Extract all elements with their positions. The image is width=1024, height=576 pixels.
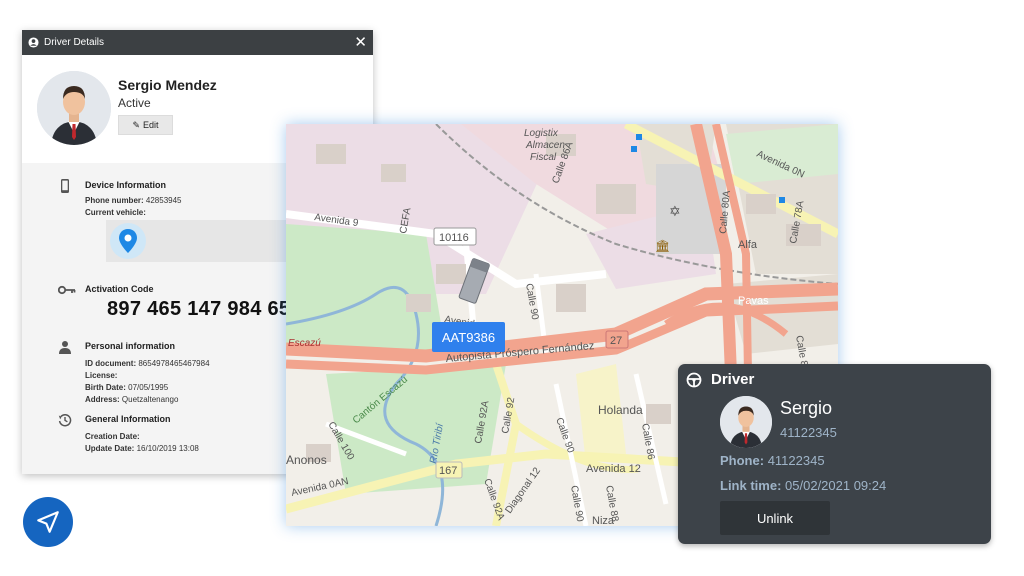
device-info-section: Device Information Phone number: 4285394…: [58, 179, 318, 219]
phone-icon: [61, 179, 69, 193]
map-label-anonos: Anonos: [286, 453, 327, 467]
popup-phone-line: Phone: 41122345: [720, 453, 825, 468]
bus-stop-icon: [636, 134, 642, 140]
map-label-pavas: Pavas: [738, 295, 769, 307]
license-label: License:: [85, 371, 118, 380]
creation-date-label: Creation Date:: [85, 432, 140, 441]
personal-info-section: Personal information ID document: 865497…: [58, 340, 318, 410]
driver-popup: Driver Sergio 41122345 Phone: 41122345 L…: [678, 364, 991, 544]
birth-date-value: 07/05/1995: [128, 383, 169, 392]
map-label-avenida12: Avenida 12: [586, 463, 641, 475]
popup-link-time-value: 05/02/2021 09:24: [785, 478, 887, 493]
svg-text:10116: 10116: [439, 232, 469, 244]
popup-driver-number: 41122345: [780, 425, 837, 440]
address-line: Address: Quetzaltenango: [85, 395, 178, 404]
update-date-line: Update Date: 16/10/2019 13:08: [85, 444, 199, 453]
driver-avatar: [37, 71, 111, 145]
star-of-david-icon: ✡: [669, 203, 681, 219]
route-shield-27: 27: [605, 330, 629, 349]
edit-button[interactable]: ✎ Edit: [118, 115, 173, 135]
popup-link-time-label: Link time:: [720, 478, 782, 493]
popup-link-time-line: Link time: 05/02/2021 09:24: [720, 478, 886, 493]
history-icon: [58, 414, 72, 427]
pencil-icon: ✎: [132, 119, 141, 130]
map-label-niza: Niza: [592, 515, 615, 526]
popup-phone-value: 41122345: [767, 453, 825, 468]
map-pin-icon: [110, 223, 146, 259]
id-document-value: 8654978465467984: [138, 359, 210, 368]
current-vehicle-box[interactable]: [106, 220, 316, 262]
steering-wheel-icon: [686, 372, 702, 387]
details-title: Driver Details: [44, 37, 105, 48]
general-info-section: General Information Creation Date: Updat…: [58, 413, 318, 453]
route-shield-167: 167: [435, 461, 463, 479]
navigation-badge: [23, 497, 73, 547]
vehicle-plate-label[interactable]: AAT9386: [432, 322, 505, 352]
id-document-label: ID document:: [85, 359, 137, 368]
svg-text:27: 27: [610, 335, 622, 347]
update-date-value: 16/10/2019 13:08: [136, 444, 199, 453]
map-label-logistix: Logistix: [524, 128, 559, 139]
popup-phone-label: Phone:: [720, 453, 765, 468]
activation-code: 897 465 147 984 651: [107, 298, 302, 320]
activation-title: Activation Code: [85, 284, 154, 294]
map-label-escazu: Escazú: [288, 338, 321, 349]
address-label: Address:: [85, 395, 120, 404]
details-titlebar: Driver Details ✕: [22, 30, 373, 55]
general-info-title: General Information: [85, 414, 171, 424]
phone-number-line: Phone number: 42853945: [85, 196, 182, 205]
map-label-holanda: Holanda: [598, 403, 643, 417]
license-line: License:: [85, 371, 117, 380]
device-info-title: Device Information: [85, 180, 167, 190]
phone-number-label: Phone number:: [85, 196, 144, 205]
personal-info-title: Personal information: [85, 341, 176, 351]
svg-text:167: 167: [439, 465, 457, 477]
map-label-alfa: Alfa: [738, 239, 758, 251]
navigation-arrow-icon: [37, 511, 59, 533]
close-icon[interactable]: ✕: [354, 35, 367, 50]
current-vehicle-label: Current vehicle:: [85, 208, 146, 217]
key-icon: [58, 285, 76, 295]
driver-name: Sergio Mendez: [118, 77, 217, 93]
popup-header: Driver: [686, 371, 754, 388]
popup-driver-avatar: [720, 396, 772, 448]
address-value: Quetzaltenango: [121, 395, 179, 404]
route-shield-10116: 10116: [433, 227, 477, 246]
bus-stop-icon: [631, 146, 637, 152]
id-document-line: ID document: 8654978465467984: [85, 359, 210, 368]
phone-number-value: 42853945: [145, 196, 182, 205]
museum-icon: 🏛: [655, 239, 670, 253]
creation-date-line: Creation Date:: [85, 432, 140, 441]
person-icon: [59, 341, 71, 354]
map-label-almacen: Almacen: [525, 140, 565, 151]
birth-date-label: Birth Date:: [85, 383, 126, 392]
update-date-label: Update Date:: [85, 444, 135, 453]
unlink-button[interactable]: Unlink: [720, 501, 830, 535]
user-circle-icon: [28, 37, 39, 48]
popup-title: Driver: [711, 371, 755, 388]
edit-label: Edit: [143, 120, 159, 130]
popup-driver-name: Sergio: [780, 398, 833, 418]
bus-stop-icon: [779, 197, 785, 203]
birth-date-line: Birth Date: 07/05/1995: [85, 383, 168, 392]
current-vehicle-line: Current vehicle:: [85, 208, 146, 217]
map-label-fiscal: Fiscal: [530, 152, 557, 163]
driver-status: Active: [118, 96, 151, 110]
